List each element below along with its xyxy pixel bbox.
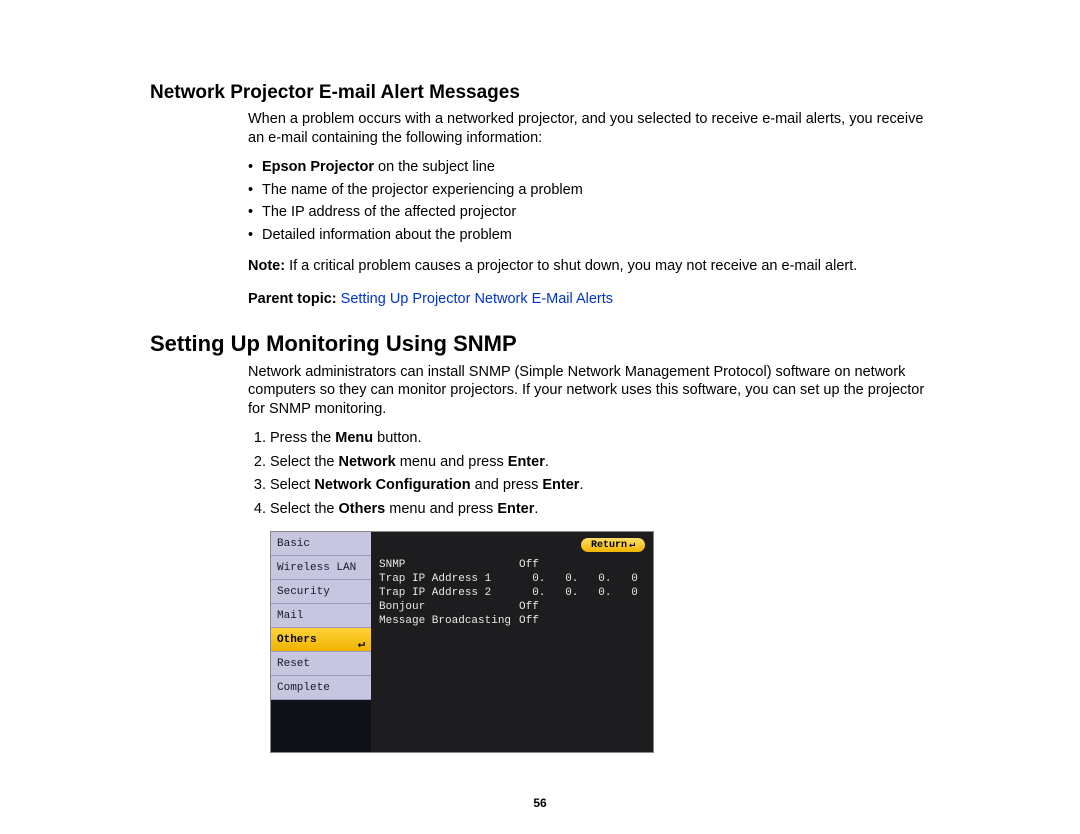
return-label: Return [591, 540, 627, 551]
bullet-item: The name of the projector experiencing a… [248, 181, 930, 200]
note-body: If a critical problem causes a projector… [285, 258, 857, 274]
page-number: 56 [0, 796, 1080, 810]
bullet-item: The IP address of the affected projector [248, 203, 930, 222]
parent-topic-link[interactable]: Setting Up Projector Network E-Mail Aler… [341, 291, 613, 307]
step4-e: . [534, 501, 538, 517]
step4-a: Select the [270, 501, 339, 517]
section2-intro: Network administrators can install SNMP … [248, 363, 930, 420]
step-item: Select the Network menu and press Enter. [270, 453, 930, 473]
panel-row: Trap IP Address 2 0. 0. 0. 0 [379, 586, 645, 600]
return-icon: ↵ [629, 540, 635, 551]
row-value: Off [519, 614, 645, 628]
section1-intro: When a problem occurs with a networked p… [248, 110, 930, 148]
step2-e: . [545, 454, 549, 470]
step3-a: Select [270, 477, 314, 493]
parent-topic-label: Parent topic: [248, 291, 337, 307]
step-item: Select the Others menu and press Enter. [270, 500, 930, 520]
step2-b: Network [339, 454, 396, 470]
row-label: Message Broadcasting [379, 614, 519, 628]
sidebar-item-wireless-lan[interactable]: Wireless LAN [271, 556, 371, 580]
panel-row: BonjourOff [379, 600, 645, 614]
step1-c: button. [373, 430, 421, 446]
section1-bullets: Epson Projector on the subject line The … [248, 158, 930, 245]
row-label: SNMP [379, 558, 519, 572]
panel-rows: SNMPOff Trap IP Address 1 0. 0. 0. 0 Tra… [379, 558, 645, 628]
row-value: 0. 0. 0. 0 [519, 572, 645, 586]
row-label: Trap IP Address 1 [379, 572, 519, 586]
step2-a: Select the [270, 454, 339, 470]
row-label: Bonjour [379, 600, 519, 614]
row-value: Off [519, 558, 645, 572]
row-value: Off [519, 600, 645, 614]
sidebar-item-basic[interactable]: Basic [271, 532, 371, 556]
return-button[interactable]: Return↵ [581, 538, 645, 552]
menu-sidebar: Basic Wireless LAN Security Mail Others … [271, 532, 371, 752]
sidebar-item-security[interactable]: Security [271, 580, 371, 604]
sidebar-item-others[interactable]: Others [271, 628, 371, 652]
step-item: Select Network Configuration and press E… [270, 476, 930, 496]
step4-b: Others [339, 501, 386, 517]
row-label: Trap IP Address 2 [379, 586, 519, 600]
step3-b: Network Configuration [314, 477, 470, 493]
step2-c: menu and press [396, 454, 508, 470]
bullet1-bold: Epson Projector [262, 159, 374, 175]
steps-list: Press the Menu button. Select the Networ… [248, 429, 930, 519]
sidebar-item-mail[interactable]: Mail [271, 604, 371, 628]
bullet1-rest: on the subject line [374, 159, 495, 175]
step1-a: Press the [270, 430, 335, 446]
panel-row: SNMPOff [379, 558, 645, 572]
panel-row: Trap IP Address 1 0. 0. 0. 0 [379, 572, 645, 586]
note-block: Note: If a critical problem causes a pro… [248, 257, 930, 277]
menu-screenshot: Basic Wireless LAN Security Mail Others … [270, 531, 654, 753]
bullet-item: Detailed information about the problem [248, 226, 930, 245]
sidebar-item-reset[interactable]: Reset [271, 652, 371, 676]
row-value: 0. 0. 0. 0 [519, 586, 645, 600]
step4-c: menu and press [385, 501, 497, 517]
section2-heading: Setting Up Monitoring Using SNMP [150, 331, 930, 357]
step3-d: Enter [542, 477, 579, 493]
section1-heading: Network Projector E-mail Alert Messages [150, 82, 930, 104]
step-item: Press the Menu button. [270, 429, 930, 449]
bullet-item: Epson Projector on the subject line [248, 158, 930, 177]
parent-topic: Parent topic: Setting Up Projector Netwo… [248, 291, 930, 307]
step3-c: and press [471, 477, 543, 493]
sidebar-filler [271, 700, 371, 752]
menu-panel: Return↵ SNMPOff Trap IP Address 1 0. 0. … [371, 532, 653, 752]
step1-b: Menu [335, 430, 373, 446]
sidebar-item-complete[interactable]: Complete [271, 676, 371, 700]
step4-d: Enter [497, 501, 534, 517]
step3-e: . [579, 477, 583, 493]
step2-d: Enter [508, 454, 545, 470]
panel-row: Message BroadcastingOff [379, 614, 645, 628]
note-label: Note: [248, 258, 285, 274]
